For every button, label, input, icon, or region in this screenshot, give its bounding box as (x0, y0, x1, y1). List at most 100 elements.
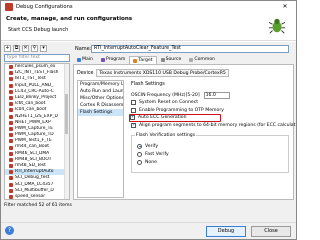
verification-group: Flash Verification settings Verify Fast … (131, 133, 289, 173)
new-config-icon[interactable]: + (4, 45, 11, 52)
launch-config-icon (9, 133, 13, 138)
launch-config-icon (9, 157, 13, 162)
auto-ecc-checkbox[interactable] (130, 114, 135, 121)
name-field[interactable]: RTI_InterruptAutoClear_Feature_Test (91, 45, 289, 53)
close-button[interactable]: Close (251, 226, 291, 237)
otp-label: Enable Programming to OTP Memory (139, 107, 224, 113)
launch-config-icon (9, 114, 13, 119)
flash-settings: Flash Settings OSCIN Frequency (MHz)[5-2… (128, 80, 296, 198)
tab-main-label: Main (82, 57, 93, 62)
align-segments-checkbox[interactable] (131, 122, 136, 128)
otp-checkbox[interactable] (131, 107, 136, 113)
app-icon (5, 3, 13, 11)
header-title: Create, manage, and run configurations (6, 16, 133, 22)
launch-config-icon (9, 195, 13, 199)
oscin-label: OSCIN Frequency (MHz)[5-20] (131, 92, 200, 98)
debug-button[interactable]: Debug (206, 226, 246, 237)
config-toolbar: + ⧉ ✕ ⚲ ▾ (4, 45, 47, 53)
launch-config-icon (9, 176, 13, 181)
target-panel: Device Texas Instruments XDS110 USB Debu… (73, 64, 296, 200)
launch-config-icon (9, 89, 13, 94)
launch-config-icon (9, 151, 13, 156)
name-row: Name: RTI_InterruptAutoClear_Feature_Tes… (75, 45, 289, 53)
none-radio[interactable] (137, 159, 142, 165)
duplicate-icon[interactable]: ⧉ (13, 45, 20, 52)
delete-icon[interactable]: ✕ (22, 45, 29, 52)
tab-program[interactable]: Program (97, 56, 129, 64)
tab-source[interactable]: Source (157, 56, 186, 64)
launch-config-icon (9, 126, 13, 131)
dialog-footer: ? Debug Close (1, 222, 296, 239)
filter-icon[interactable]: ⚲ (31, 45, 38, 52)
verify-label: Verify (145, 143, 159, 149)
align-segments-checkbox-row[interactable]: Align program segments to 64-bit memory … (131, 122, 296, 130)
main-tab-icon (77, 58, 81, 62)
launch-config-icon (9, 188, 13, 193)
oscin-row: OSCIN Frequency (MHz)[5-20] 16.0 (131, 91, 292, 99)
device-label: Device (77, 70, 94, 76)
launch-config-icon (9, 170, 13, 175)
otp-checkbox-row[interactable]: Enable Programming to OTP Memory (131, 107, 292, 115)
close-icon[interactable]: ✕ (278, 2, 292, 12)
launch-config-icon (9, 77, 13, 82)
none-label: None (145, 159, 157, 165)
verification-group-label: Flash Verification settings (135, 133, 197, 138)
device-select[interactable]: Texas Instruments XDS110 USB Debug Probe… (96, 69, 229, 77)
tab-target[interactable]: Target (129, 56, 157, 64)
tab-main[interactable]: Main (73, 56, 97, 64)
system-reset-checkbox[interactable] (131, 100, 136, 106)
window-title: Debug Configurations (16, 4, 73, 10)
auto-ecc-label: Auto ECC Generation (138, 115, 187, 121)
launch-config-icon (9, 182, 13, 187)
launch-config-icon (9, 139, 13, 144)
launch-config-icon (9, 102, 13, 107)
common-tab-icon (189, 58, 194, 62)
auto-ecc-checkbox-row[interactable]: Auto ECC Generation (129, 114, 221, 122)
filter-status: Filter matched 52 of 61 items (4, 203, 72, 208)
category-item[interactable]: Auto Run and Launc (78, 88, 123, 95)
align-segments-label: Align program segments to 64-bit memory … (139, 122, 296, 128)
target-tab-icon (133, 58, 138, 63)
category-item[interactable]: Misc/Other Options (78, 95, 123, 102)
tab-common[interactable]: Common (185, 56, 219, 64)
configuration-tree[interactable]: hercules_psum_ex I2C_INT_TEST_Flash I8T1_T… (4, 63, 70, 200)
verify-radio-row[interactable]: Verify (137, 142, 288, 150)
device-row: Device Texas Instruments XDS110 USB Debu… (77, 69, 229, 77)
tab-common-label: Common (194, 57, 216, 62)
verify-radio[interactable] (137, 143, 142, 149)
launch-config-icon (9, 108, 13, 113)
program-tab-icon (100, 58, 105, 62)
tab-program-label: Program (105, 57, 126, 62)
category-item-flash-settings[interactable]: Flash Settings (78, 109, 123, 116)
launch-config-icon (9, 145, 13, 150)
launch-config-icon (9, 65, 13, 70)
bug-icon (268, 18, 286, 34)
launch-config-icon (9, 83, 13, 88)
launch-config-icon (9, 120, 13, 125)
system-reset-label: System Reset on Connect (139, 100, 199, 106)
dialog-body: + ⧉ ✕ ⚲ ▾ type filter text hercules_psum… (1, 42, 296, 222)
title-bar: Debug Configurations ✕ (1, 1, 296, 13)
tree-item[interactable]: speed_sensor (5, 193, 69, 199)
source-tab-icon (160, 58, 165, 62)
fast-verify-radio-row[interactable]: Fast Verify (137, 150, 288, 158)
tree-scrollbar[interactable] (64, 64, 69, 199)
filter-input[interactable]: type filter text (4, 54, 70, 62)
tab-source-label: Source (165, 57, 182, 62)
dialog-header: Create, manage, and run configurations S… (1, 13, 296, 41)
category-item[interactable]: Cortex R Disassembl (78, 102, 123, 109)
flash-settings-header: Flash Settings (131, 82, 165, 87)
config-tabs: Main Program Target Source Common (73, 56, 219, 64)
tree-item-label: speed_sensor (15, 193, 46, 199)
system-reset-checkbox-row[interactable]: System Reset on Connect (131, 99, 292, 107)
none-radio-row[interactable]: None (137, 158, 288, 166)
fast-verify-radio[interactable] (137, 151, 142, 157)
debug-configurations-window: Debug Configurations ✕ Create, manage, a… (0, 0, 297, 240)
launch-config-icon (9, 164, 13, 169)
tree-scroll-thumb[interactable] (65, 94, 68, 134)
collapse-icon[interactable]: ▾ (40, 45, 47, 52)
launch-config-icon (9, 96, 13, 101)
oscin-input[interactable]: 16.0 (203, 91, 230, 99)
category-item[interactable]: Program/Memory Lo (78, 81, 123, 88)
help-icon[interactable]: ? (5, 226, 14, 235)
